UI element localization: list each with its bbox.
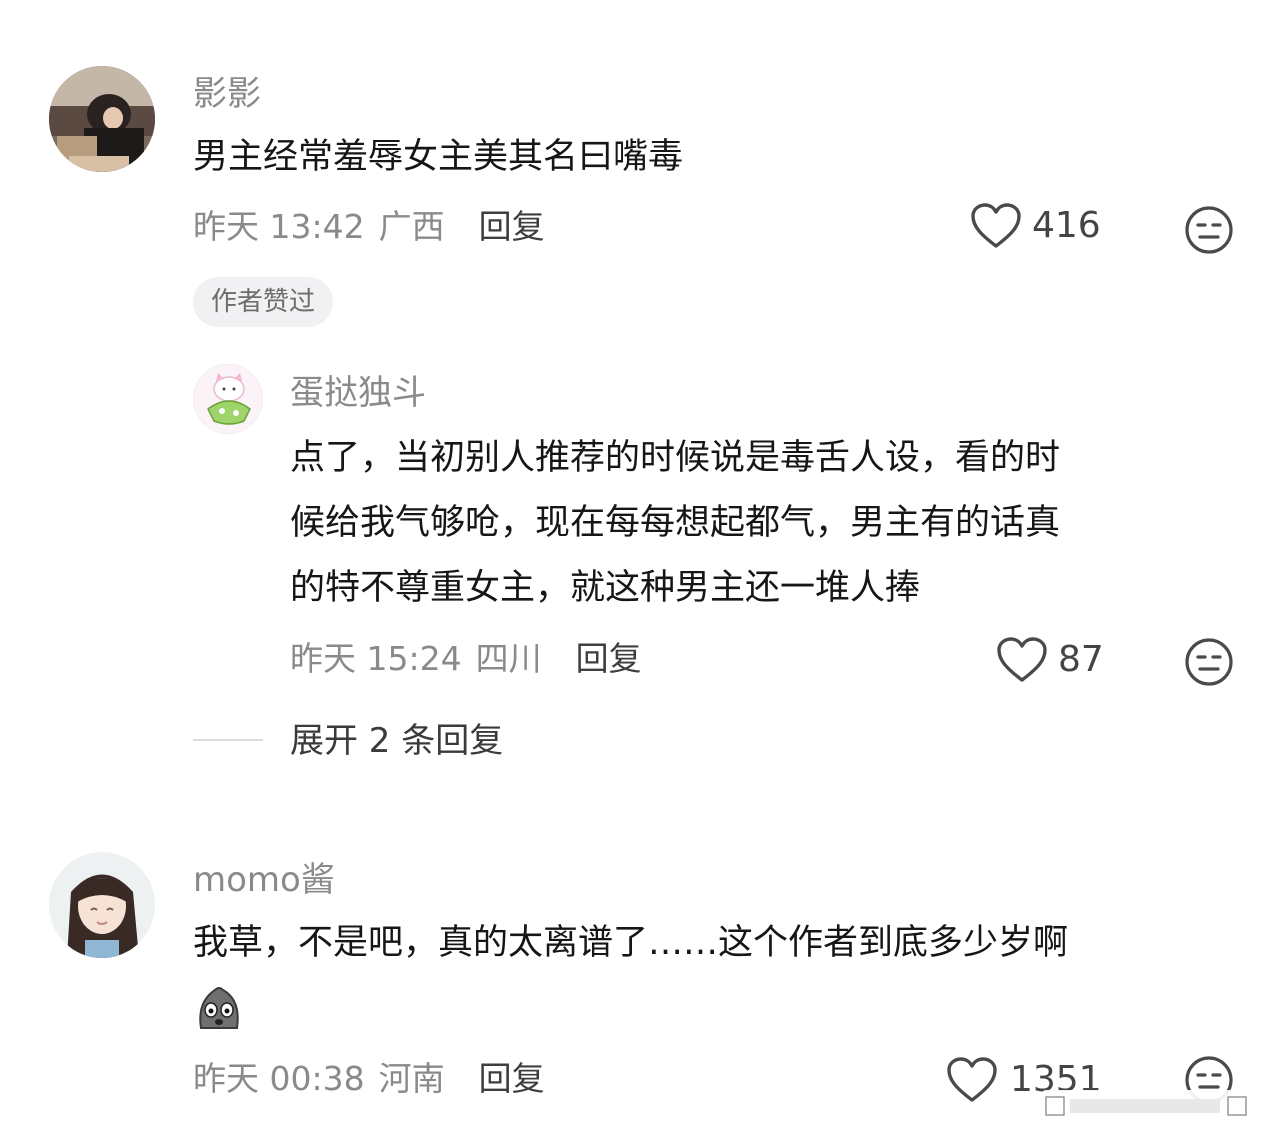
like-count: 87 — [1058, 639, 1104, 680]
comment-text: 我草，不是吧，真的太离谱了……这个作者到底多少岁啊 — [193, 923, 1069, 963]
neutral-face-icon — [1185, 638, 1233, 686]
comment-meta: 昨天 13:42 广西 回复 — [193, 207, 545, 247]
cat-avatar-image — [194, 365, 262, 433]
dislike-button[interactable] — [1183, 204, 1235, 260]
comment-location: 河南 — [378, 1059, 445, 1098]
comment-username[interactable]: 影影 — [193, 74, 261, 114]
heart-icon — [947, 1057, 997, 1102]
avatar[interactable] — [193, 364, 263, 434]
watermark-overlay — [1042, 1090, 1270, 1120]
like-count: 416 — [1032, 205, 1101, 246]
like-button[interactable]: 87 — [996, 636, 1104, 684]
reply-location: 四川 — [475, 639, 542, 678]
comment-time: 昨天 13:42 — [193, 207, 365, 246]
watermark-icon — [1045, 1096, 1247, 1116]
author-liked-badge: 作者赞过 — [193, 277, 334, 327]
reply-text-line: 的特不尊重女主，就这种男主还一堆人捧 — [290, 568, 921, 608]
comment-meta: 昨天 00:38 河南 回复 — [193, 1059, 545, 1099]
comment-username[interactable]: momo酱 — [193, 860, 335, 900]
dislike-button[interactable] — [1183, 636, 1235, 692]
avatar[interactable] — [49, 66, 155, 172]
reply-button[interactable]: 回复 — [479, 207, 545, 247]
emoji-sticker — [193, 982, 245, 1038]
avatar[interactable] — [49, 852, 155, 958]
comment-time: 昨天 00:38 — [193, 1059, 365, 1098]
comment-location: 广西 — [378, 207, 445, 246]
avatar-photo — [49, 66, 155, 172]
reply-button[interactable]: 回复 — [576, 639, 642, 679]
anime-girl-avatar-image — [49, 852, 155, 958]
comment-text: 男主经常羞辱女主美其名曰嘴毒 — [193, 137, 684, 177]
reply-time: 昨天 15:24 — [290, 639, 462, 678]
reply-text: 点了，当初别人推荐的时候说是毒舌人设，看的时 候给我气够呛，现在每每想起都气，男… — [290, 426, 1250, 621]
reply-text-line: 点了，当初别人推荐的时候说是毒舌人设，看的时 — [290, 438, 1061, 478]
sad-rock-emoji-icon — [199, 987, 239, 1029]
reply-username[interactable]: 蛋挞独斗 — [290, 373, 426, 413]
heart-icon — [971, 203, 1021, 248]
heart-icon — [997, 637, 1047, 682]
neutral-face-icon — [1185, 206, 1233, 254]
expand-replies-button[interactable]: 展开 2 条回复 — [290, 721, 503, 761]
like-button[interactable]: 416 — [970, 202, 1101, 250]
reply-meta: 昨天 15:24 四川 回复 — [290, 639, 642, 679]
reply-button[interactable]: 回复 — [479, 1059, 545, 1099]
expand-divider — [193, 739, 263, 741]
reply-text-line: 候给我气够呛，现在每每想起都气，男主有的话真 — [290, 503, 1061, 543]
